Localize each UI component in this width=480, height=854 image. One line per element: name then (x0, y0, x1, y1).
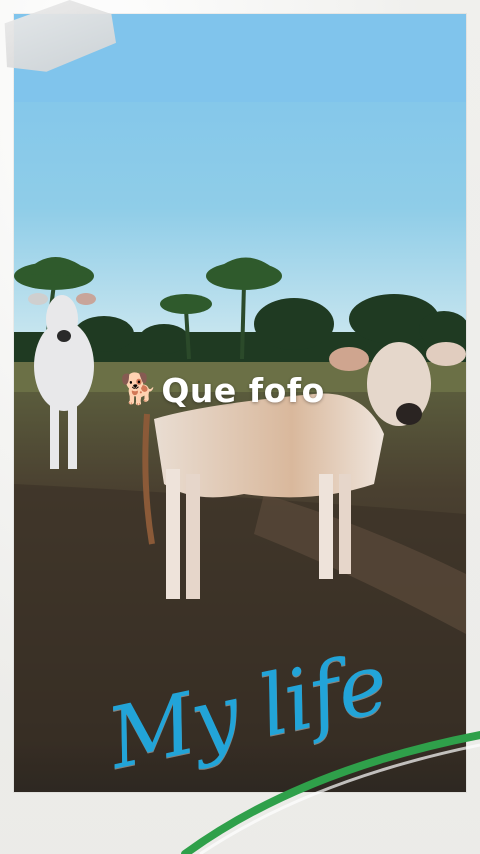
sticker-label: Que fofo (161, 370, 325, 410)
dog-icon: 🐕 (120, 373, 158, 406)
text-sticker[interactable]: 🐕 Que fofo (120, 368, 325, 412)
